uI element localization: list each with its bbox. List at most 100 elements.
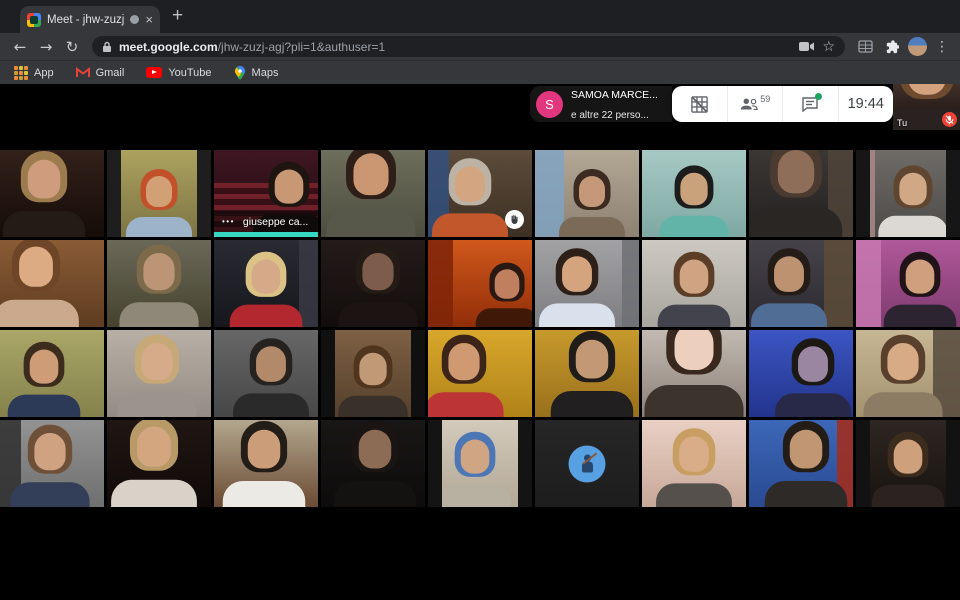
participant-tile[interactable] xyxy=(856,150,960,237)
bookmark-youtube[interactable]: YouTube xyxy=(146,67,211,79)
participant-tile[interactable] xyxy=(107,420,211,507)
participants-summary[interactable]: S SAMOA MARCE... e altre 22 perso... xyxy=(530,86,672,122)
camera-in-use-icon[interactable] xyxy=(799,41,815,52)
chat-button[interactable] xyxy=(782,86,838,122)
room-accent xyxy=(428,240,453,327)
bookmark-maps[interactable]: Maps xyxy=(234,66,279,80)
participant-figure xyxy=(642,330,746,417)
participant-figure xyxy=(876,165,950,237)
room-accent xyxy=(856,240,881,327)
browser-menu-icon[interactable]: ⋮ xyxy=(932,39,952,55)
participant-figure xyxy=(231,338,312,417)
bookmark-star-icon[interactable]: ☆ xyxy=(822,39,835,55)
participant-tile[interactable] xyxy=(749,150,853,237)
participant-figure xyxy=(536,248,617,327)
participant-tile[interactable] xyxy=(428,150,532,237)
participant-tile[interactable] xyxy=(321,330,425,417)
pillarbox-bar xyxy=(107,150,121,237)
tab-media-indicator-icon xyxy=(130,15,139,24)
participant-tile[interactable] xyxy=(428,330,532,417)
participant-tile[interactable] xyxy=(321,240,425,327)
participant-tile[interactable] xyxy=(642,420,746,507)
participant-tile[interactable]: ••• giuseppe ca... xyxy=(214,150,318,237)
participant-figure xyxy=(228,252,305,327)
participant-tile[interactable] xyxy=(214,240,318,327)
tile-menu-icon[interactable]: ••• xyxy=(222,217,235,226)
bookmark-app[interactable]: App xyxy=(14,66,54,80)
video-grid: ••• giuseppe ca... xyxy=(0,150,960,507)
participant-figure xyxy=(115,335,199,417)
participant-tile[interactable] xyxy=(535,150,639,237)
reload-button[interactable]: ↻ xyxy=(60,38,84,56)
apps-grid-icon xyxy=(14,66,28,80)
grid-layout-icon xyxy=(690,95,709,114)
participant-tile[interactable] xyxy=(428,420,532,507)
participant-tile[interactable] xyxy=(535,420,639,507)
participant-figure xyxy=(336,345,410,417)
participant-tile[interactable] xyxy=(0,420,104,507)
participant-tile[interactable] xyxy=(107,240,211,327)
participant-figure xyxy=(117,245,201,327)
new-tab-button[interactable]: + xyxy=(172,5,183,27)
participants-button[interactable]: 59 xyxy=(727,86,783,122)
change-layout-button[interactable] xyxy=(672,86,727,122)
gmail-icon xyxy=(76,67,90,78)
participant-tile[interactable] xyxy=(642,330,746,417)
room-accent xyxy=(622,240,639,327)
participant-tile[interactable] xyxy=(642,240,746,327)
participant-tile[interactable] xyxy=(214,420,318,507)
url-path: /jhw-zuzj-agj?pli=1&authuser=1 xyxy=(218,40,385,54)
participant-tile[interactable] xyxy=(749,420,853,507)
participant-tile[interactable] xyxy=(0,240,104,327)
tab-close-icon[interactable]: × xyxy=(145,13,153,26)
participant-figure xyxy=(656,252,733,327)
participant-avatar-initial: S xyxy=(536,91,563,118)
pillarbox-bar xyxy=(518,420,532,507)
participant-figure xyxy=(428,335,506,417)
pillarbox-bar xyxy=(321,330,335,417)
participant-tile[interactable] xyxy=(642,150,746,237)
participant-tile[interactable] xyxy=(856,240,960,327)
participant-name: giuseppe ca... xyxy=(243,216,308,228)
participant-tile[interactable] xyxy=(856,330,960,417)
self-view-thumbnail[interactable]: Tu xyxy=(893,84,960,130)
participant-tile[interactable] xyxy=(321,150,425,237)
participant-tile[interactable] xyxy=(0,150,104,237)
pillarbox-bar xyxy=(946,420,960,507)
participant-tile[interactable] xyxy=(535,240,639,327)
mic-muted-icon xyxy=(942,112,957,127)
pillarbox-bar xyxy=(946,150,960,237)
participant-tile[interactable] xyxy=(321,420,425,507)
tab-meet[interactable]: Meet - jhw-zuzj-agj × xyxy=(20,6,160,33)
meet-favicon xyxy=(27,13,41,27)
participant-figure xyxy=(5,342,82,417)
participant-count: 59 xyxy=(760,94,770,104)
maps-icon xyxy=(234,66,246,80)
browser-profile-avatar[interactable] xyxy=(908,37,927,56)
pillarbox-bar xyxy=(411,330,425,417)
forward-button[interactable]: → xyxy=(34,38,58,56)
participant-tile[interactable] xyxy=(214,330,318,417)
browser-toolbar: ← → ↻ meet.google.com/jhw-zuzj-agj?pli=1… xyxy=(0,33,960,60)
participant-tile[interactable] xyxy=(749,240,853,327)
participant-tile[interactable] xyxy=(749,330,853,417)
extensions-puzzle-icon[interactable] xyxy=(879,39,903,54)
extension-gridview-icon[interactable] xyxy=(853,40,877,53)
participant-tile[interactable] xyxy=(107,330,211,417)
participant-tile[interactable] xyxy=(107,150,211,237)
active-speaker-bar xyxy=(214,232,318,237)
back-button[interactable]: ← xyxy=(8,38,32,56)
participant-tile[interactable] xyxy=(535,330,639,417)
participant-tile[interactable] xyxy=(0,330,104,417)
bookmark-gmail[interactable]: Gmail xyxy=(76,67,125,79)
pillarbox-bar xyxy=(856,420,870,507)
tab-strip: Meet - jhw-zuzj-agj × + xyxy=(0,0,960,33)
address-bar[interactable]: meet.google.com/jhw-zuzj-agj?pli=1&authu… xyxy=(92,36,845,57)
participant-tile[interactable] xyxy=(428,240,532,327)
participant-figure xyxy=(331,421,419,507)
participant-figure xyxy=(0,240,82,327)
participant-tile[interactable] xyxy=(856,420,960,507)
participant-figure xyxy=(870,432,947,507)
participant-figure xyxy=(324,150,419,237)
lock-icon[interactable] xyxy=(102,41,112,53)
